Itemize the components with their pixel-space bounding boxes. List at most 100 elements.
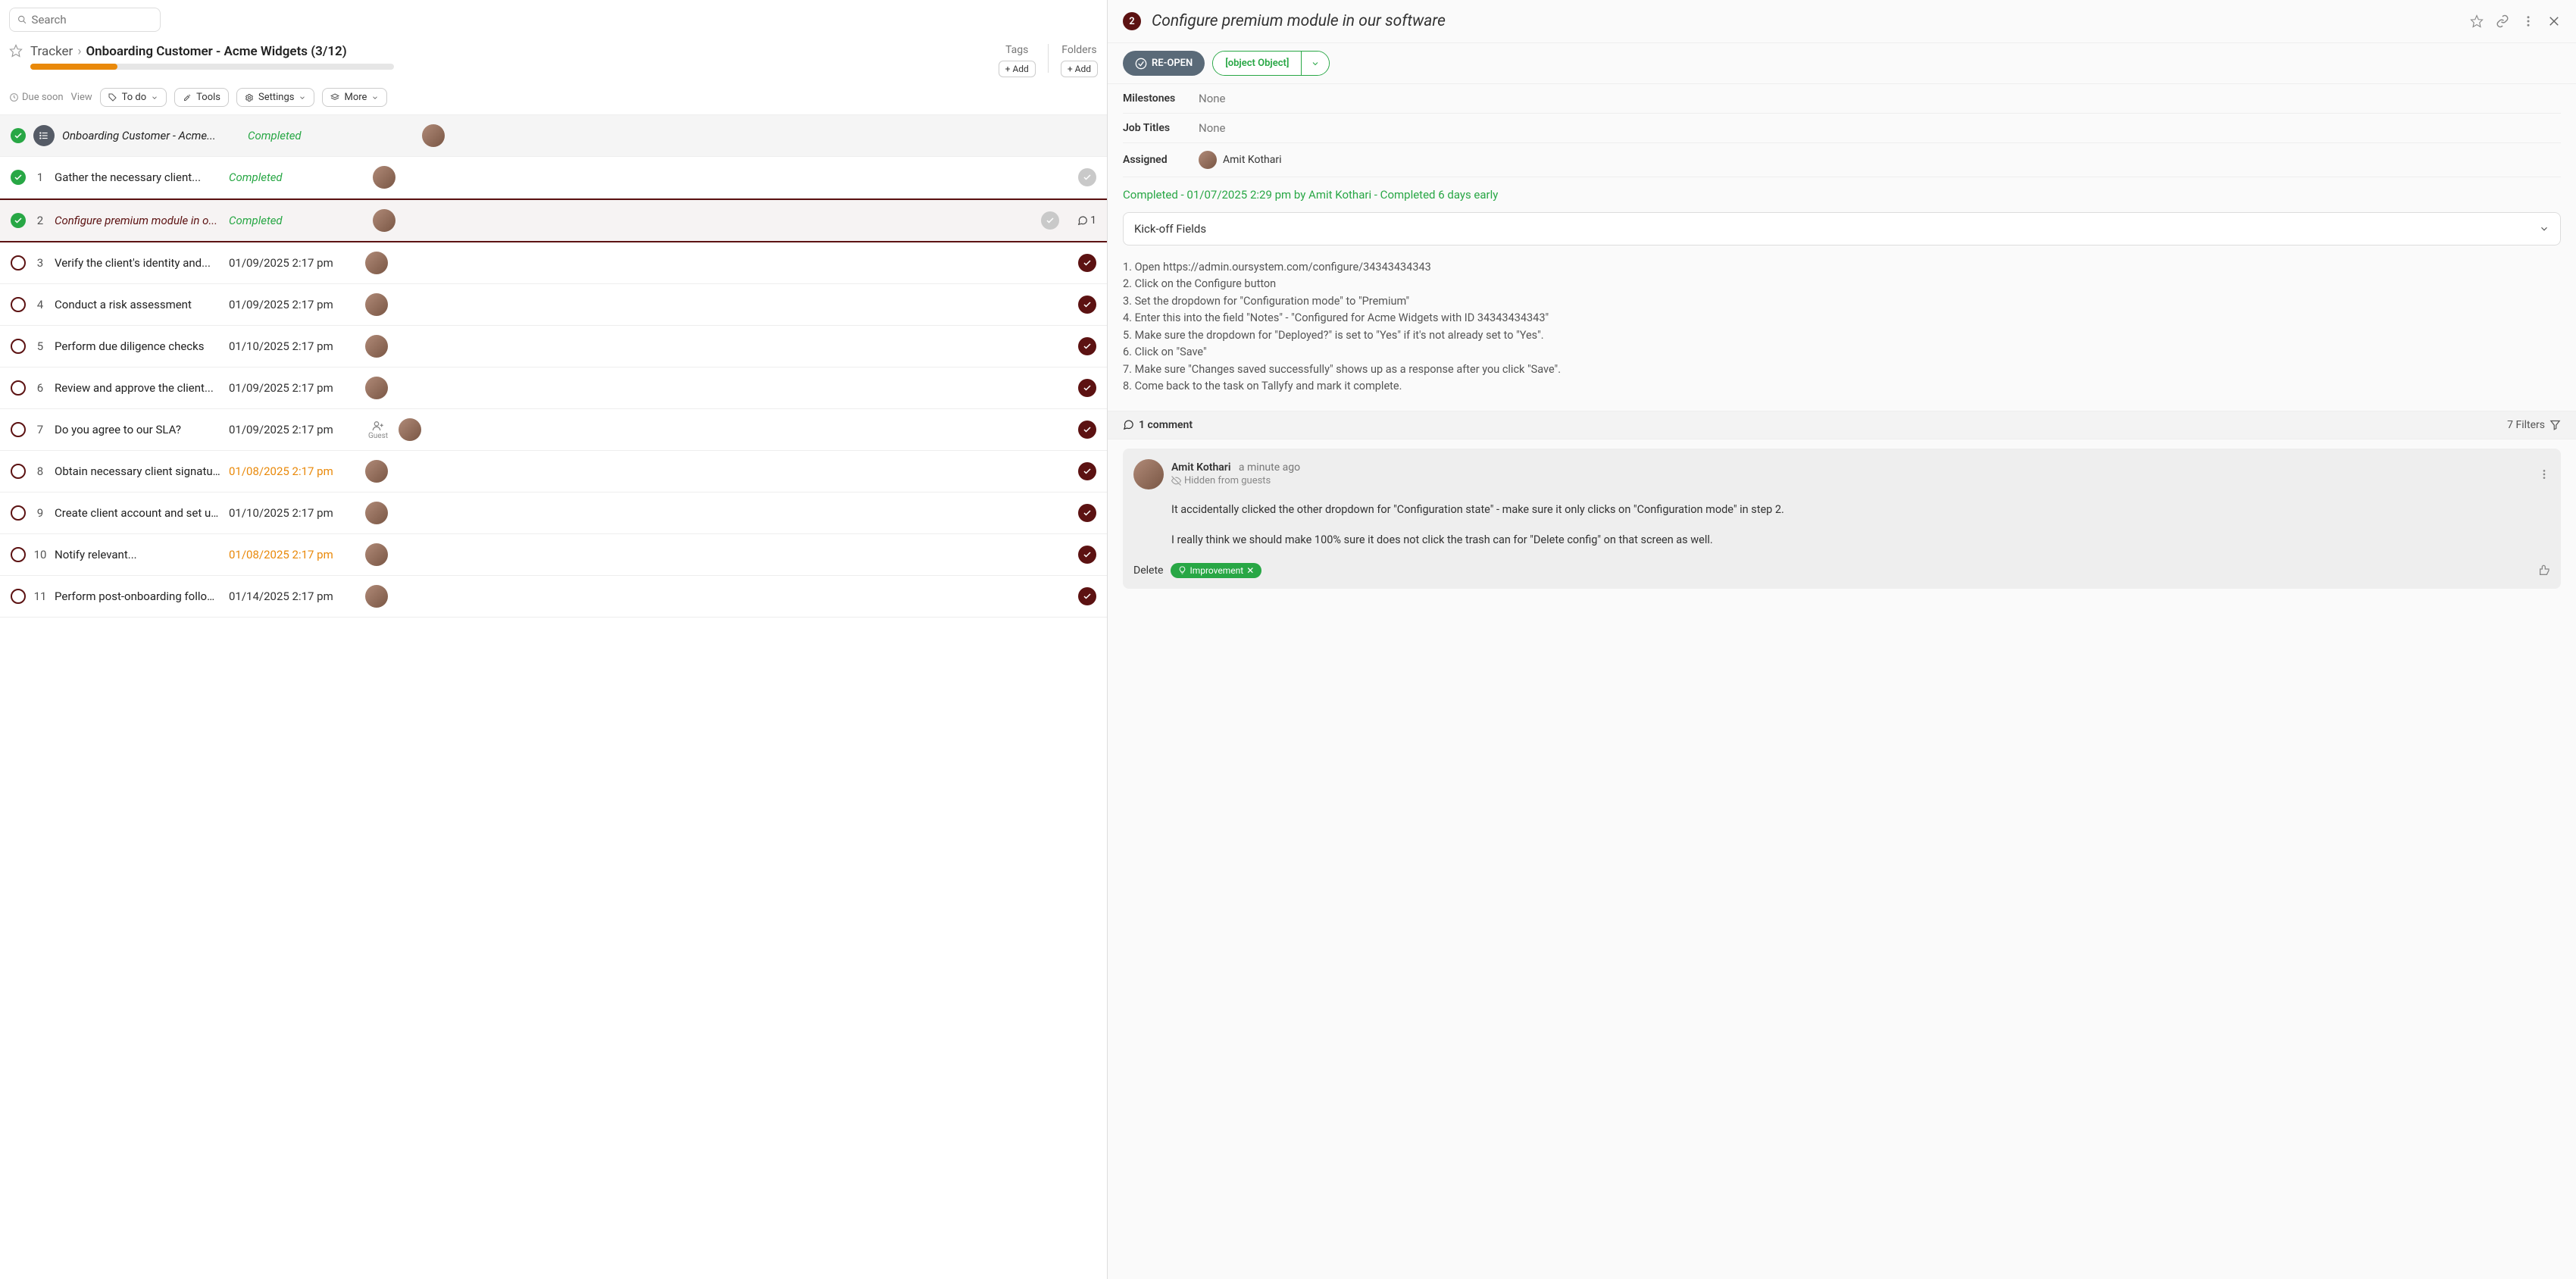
comment-count[interactable]: 1 xyxy=(1077,214,1096,227)
avatar[interactable] xyxy=(365,460,388,483)
check-open-icon[interactable] xyxy=(11,422,26,437)
task-complete-badge[interactable] xyxy=(1078,546,1096,564)
search-box[interactable] xyxy=(9,8,161,32)
task-complete-badge[interactable] xyxy=(1078,421,1096,439)
tools-button[interactable]: Tools xyxy=(174,88,229,107)
chevron-down-icon xyxy=(2539,224,2549,234)
avatar[interactable] xyxy=(373,166,395,189)
task-date: 01/09/2025 2:17 pm xyxy=(229,298,358,311)
task-status: Completed xyxy=(248,129,361,142)
link-icon[interactable] xyxy=(2496,14,2509,28)
add-folder-button[interactable]: + Add xyxy=(1061,61,1098,77)
avatar[interactable] xyxy=(1199,151,1217,169)
task-complete-badge[interactable] xyxy=(1078,168,1096,186)
detail-title: Configure premium module in our software xyxy=(1152,12,1446,30)
comment-dropdown[interactable] xyxy=(1302,52,1329,75)
instruction-line: 5. Make sure the dropdown for "Deployed?… xyxy=(1123,327,2561,344)
task-title: Notify relevant... xyxy=(55,548,221,561)
comment-button[interactable]: [object Object] xyxy=(1213,52,1301,75)
avatar[interactable] xyxy=(365,335,388,358)
task-complete-badge[interactable] xyxy=(1078,296,1096,314)
avatar[interactable] xyxy=(365,377,388,399)
task-row[interactable]: 3Verify the client's identity and...01/0… xyxy=(0,242,1107,284)
task-number: 11 xyxy=(33,589,47,603)
avatar[interactable] xyxy=(422,124,445,147)
check-open-icon[interactable] xyxy=(11,589,26,604)
check-done-icon[interactable] xyxy=(11,128,26,143)
kickoff-fields[interactable]: Kick-off Fields xyxy=(1123,212,2561,245)
detail-panel: 2 Configure premium module in our softwa… xyxy=(1108,0,2576,1279)
comment-icon xyxy=(1077,215,1088,226)
task-row[interactable]: 9Create client account and set up...01/1… xyxy=(0,493,1107,534)
filters-label[interactable]: 7 Filters xyxy=(2507,419,2545,431)
comment-menu-icon[interactable] xyxy=(2538,468,2550,480)
search-input[interactable] xyxy=(32,13,152,27)
check-open-icon[interactable] xyxy=(11,464,26,479)
task-row[interactable]: 4Conduct a risk assessment01/09/2025 2:1… xyxy=(0,284,1107,326)
avatar[interactable] xyxy=(373,209,395,232)
task-row[interactable]: 6Review and approve the client...01/09/2… xyxy=(0,367,1107,409)
detail-header: 2 Configure premium module in our softwa… xyxy=(1108,0,2576,43)
more-menu-icon[interactable] xyxy=(2521,14,2535,28)
guest-indicator[interactable]: Guest xyxy=(365,420,391,440)
task-complete-badge[interactable] xyxy=(1041,211,1059,230)
milestones-value: None xyxy=(1199,92,1226,105)
task-status: Completed xyxy=(229,214,342,227)
jobtitles-key: Job Titles xyxy=(1123,122,1199,134)
check-open-icon[interactable] xyxy=(11,297,26,312)
avatar[interactable] xyxy=(365,585,388,608)
task-complete-badge[interactable] xyxy=(1078,254,1096,272)
comment-icon xyxy=(1123,419,1134,430)
task-number: 3 xyxy=(33,256,47,270)
task-row[interactable]: 10Notify relevant...01/08/2025 2:17 pm xyxy=(0,534,1107,576)
avatar[interactable] xyxy=(399,418,421,441)
task-complete-badge[interactable] xyxy=(1078,504,1096,522)
task-row[interactable]: 5Perform due diligence checks01/10/2025 … xyxy=(0,326,1107,367)
reopen-button[interactable]: RE-OPEN xyxy=(1123,51,1205,76)
chevron-down-icon xyxy=(151,94,158,102)
task-row[interactable]: 8Obtain necessary client signatures01/08… xyxy=(0,451,1107,493)
task-complete-badge[interactable] xyxy=(1078,337,1096,355)
task-date: 01/09/2025 2:17 pm xyxy=(229,423,358,436)
check-done-icon[interactable] xyxy=(11,213,26,228)
task-list: Onboarding Customer - Acme... Completed … xyxy=(0,115,1107,1279)
check-open-icon[interactable] xyxy=(11,505,26,521)
milestones-key: Milestones xyxy=(1123,92,1199,105)
close-icon[interactable] xyxy=(2547,14,2561,28)
view-toggle[interactable]: View xyxy=(71,92,92,103)
check-open-icon[interactable] xyxy=(11,255,26,270)
task-number: 7 xyxy=(33,423,47,436)
settings-button[interactable]: Settings xyxy=(236,88,314,107)
task-complete-badge[interactable] xyxy=(1078,462,1096,480)
improvement-tag[interactable]: Improvement ✕ xyxy=(1171,563,1261,578)
todo-filter[interactable]: To do xyxy=(100,88,167,107)
add-tag-button[interactable]: + Add xyxy=(999,61,1036,77)
avatar[interactable] xyxy=(365,252,388,274)
remove-tag-icon[interactable]: ✕ xyxy=(1246,565,1254,576)
avatar[interactable] xyxy=(365,502,388,524)
task-complete-badge[interactable] xyxy=(1078,587,1096,605)
avatar[interactable] xyxy=(365,293,388,316)
check-done-icon[interactable] xyxy=(11,170,26,185)
task-complete-badge[interactable] xyxy=(1078,379,1096,397)
avatar[interactable] xyxy=(365,543,388,566)
thumbs-up-icon[interactable] xyxy=(2538,564,2550,577)
check-open-icon[interactable] xyxy=(11,339,26,354)
task-row[interactable]: 11Perform post-onboarding follow...01/14… xyxy=(0,576,1107,618)
star-icon[interactable] xyxy=(9,44,23,58)
task-title: Gather the necessary client... xyxy=(55,170,221,184)
filter-icon[interactable] xyxy=(2549,419,2561,430)
task-row[interactable]: 1Gather the necessary client...Completed xyxy=(0,157,1107,199)
breadcrumb-root[interactable]: Tracker xyxy=(30,44,73,59)
more-button[interactable]: More xyxy=(322,88,387,107)
check-open-icon[interactable] xyxy=(11,380,26,396)
star-icon[interactable] xyxy=(2470,14,2484,28)
avatar[interactable] xyxy=(1133,459,1164,489)
due-soon[interactable]: Due soon xyxy=(9,92,64,103)
task-row[interactable]: 7Do you agree to our SLA?01/09/2025 2:17… xyxy=(0,409,1107,451)
task-row[interactable]: 2Configure premium module in o...Complet… xyxy=(0,199,1107,242)
task-header-row[interactable]: Onboarding Customer - Acme... Completed xyxy=(0,115,1107,157)
check-open-icon[interactable] xyxy=(11,547,26,562)
comment-time: a minute ago xyxy=(1233,461,1300,474)
delete-comment[interactable]: Delete xyxy=(1133,564,1163,577)
